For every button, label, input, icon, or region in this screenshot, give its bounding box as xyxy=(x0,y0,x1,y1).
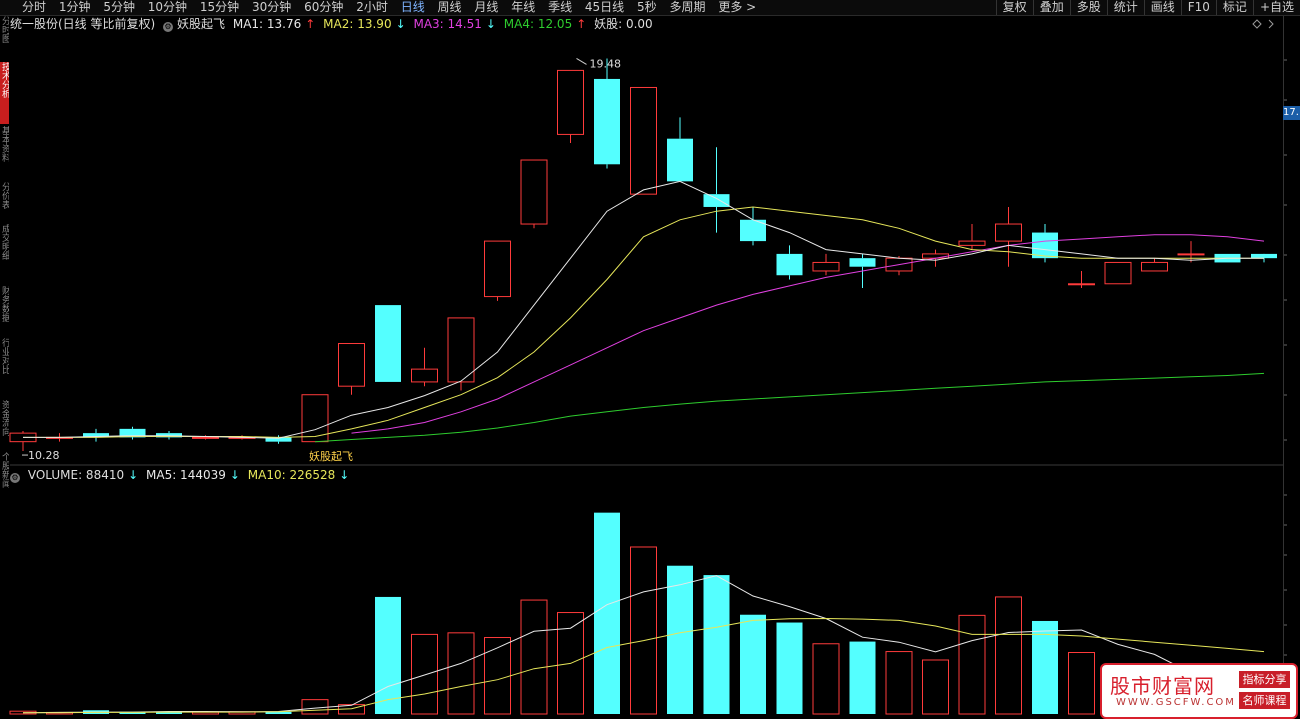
candle-body-down xyxy=(703,194,730,207)
signal-label: 妖股起飞 xyxy=(309,449,353,463)
low-price-label: 10.28 xyxy=(28,449,60,462)
high-marker xyxy=(576,58,587,65)
volume-bar-up xyxy=(885,651,913,715)
volume-bar-down xyxy=(375,596,401,714)
volume-bar-down xyxy=(667,565,693,714)
watermark-badge[interactable]: 名师课程 xyxy=(1239,692,1290,709)
volume-bar-up xyxy=(812,643,840,715)
candle-body-up xyxy=(1068,283,1095,286)
chevron-right-icon xyxy=(1268,19,1274,29)
volume-bar-up xyxy=(1068,652,1095,715)
ma3-line xyxy=(351,234,1265,434)
candle-body-up xyxy=(922,253,949,259)
volume-bar-down xyxy=(594,512,620,714)
ma2-line xyxy=(23,206,1264,438)
candle-body-up xyxy=(1177,253,1205,256)
diamond-icon xyxy=(1252,19,1262,29)
candle-body-up xyxy=(812,261,840,272)
volume-bar-up xyxy=(995,596,1022,715)
candle-body-up xyxy=(338,343,365,387)
candle-body-down xyxy=(1251,253,1277,259)
candle-body-up xyxy=(630,86,657,195)
candle-body-up xyxy=(192,436,219,439)
candle-body-down xyxy=(776,253,803,276)
volume-bar-up xyxy=(301,699,329,715)
ma4-line xyxy=(314,372,1265,443)
candle-body-up xyxy=(1141,261,1168,272)
watermark-title: 股市财富网 xyxy=(1110,674,1215,698)
volume-bar-down xyxy=(776,622,803,714)
last-price-tag: 17. xyxy=(1283,106,1300,120)
candle-body-down xyxy=(594,78,620,165)
vol-ma10-line xyxy=(23,617,1265,714)
candle-body-down xyxy=(375,305,401,382)
volume-bar-up xyxy=(520,599,548,715)
ma1-line xyxy=(23,180,1264,439)
vol-ma5-line xyxy=(22,575,1265,714)
volume-bar-up xyxy=(922,659,949,715)
candle-body-up xyxy=(995,223,1022,242)
candle-body-up xyxy=(958,240,986,246)
candle-body-down xyxy=(1032,232,1058,259)
candle-body-up xyxy=(557,69,584,135)
volume-bar-up xyxy=(958,614,986,715)
volume-bar-up xyxy=(484,637,511,715)
candle-body-up xyxy=(1104,261,1132,285)
right-price-axis xyxy=(1283,16,1300,719)
volume-bar-down xyxy=(740,614,766,714)
volume-bar-down xyxy=(703,575,730,714)
candle-body-down xyxy=(667,138,693,182)
volume-bar-up xyxy=(411,633,438,715)
volume-bar-up xyxy=(630,546,657,715)
volume-bar-up xyxy=(447,632,475,715)
candle-body-up xyxy=(520,159,548,225)
candle-body-up xyxy=(484,240,511,298)
volume-bar-down xyxy=(849,641,876,714)
high-price-label: 19.48 xyxy=(590,57,622,70)
watermark-url: WWW.GSCFW.COM xyxy=(1116,697,1236,708)
watermark-logo: 股市财富网 WWW.GSCFW.COM 指标分享 名师课程 xyxy=(1100,663,1298,719)
kline-chart[interactable]: 19.48 10.28 妖股起飞 xyxy=(0,0,1300,719)
candle-body-up xyxy=(447,317,475,383)
candle-body-up xyxy=(411,368,438,383)
candle-body-down xyxy=(849,258,876,267)
watermark-badge[interactable]: 指标分享 xyxy=(1239,671,1290,688)
